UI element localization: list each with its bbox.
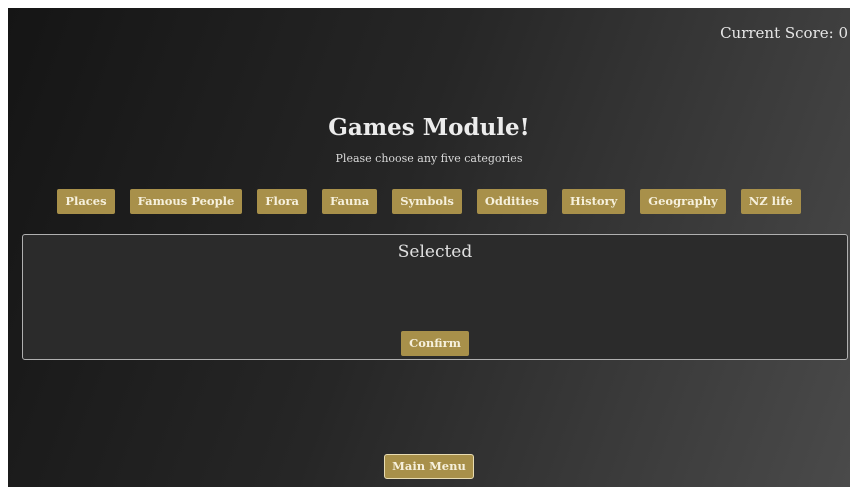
page-title: Games Module! bbox=[328, 114, 530, 141]
category-button-geography[interactable]: Geography bbox=[640, 189, 726, 214]
category-button-history[interactable]: History bbox=[561, 189, 626, 214]
confirm-button[interactable]: Confirm bbox=[401, 331, 469, 356]
category-button-symbols[interactable]: Symbols bbox=[392, 189, 462, 214]
page-subtitle: Please choose any five categories bbox=[335, 152, 523, 165]
game-screen: Current Score: 0 Games Module! Please ch… bbox=[8, 8, 850, 487]
selected-categories-panel: Selected Confirm bbox=[22, 234, 848, 360]
category-button-nz-life[interactable]: NZ life bbox=[740, 189, 801, 214]
main-menu-button[interactable]: Main Menu bbox=[384, 454, 474, 479]
category-button-flora[interactable]: Flora bbox=[257, 189, 308, 214]
category-list: Places Famous People Flora Fauna Symbols… bbox=[8, 189, 850, 214]
category-button-famous-people[interactable]: Famous People bbox=[129, 189, 243, 214]
category-button-places[interactable]: Places bbox=[57, 189, 115, 214]
selected-panel-title: Selected bbox=[397, 242, 473, 262]
category-button-oddities[interactable]: Oddities bbox=[476, 189, 547, 214]
current-score: Current Score: 0 bbox=[720, 24, 848, 42]
category-button-fauna[interactable]: Fauna bbox=[322, 189, 378, 214]
